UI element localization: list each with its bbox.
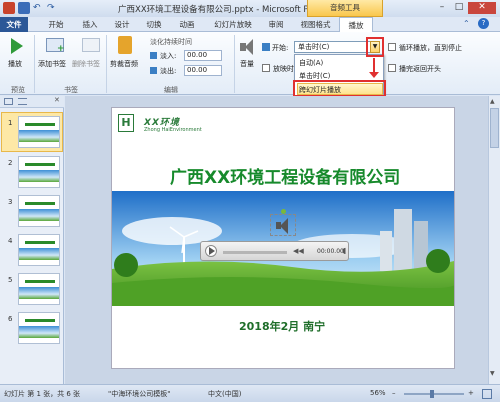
slide-thumbnail[interactable]: [18, 273, 60, 305]
fade-in-icon: [150, 52, 157, 59]
tab-insert[interactable]: 插入: [78, 17, 102, 32]
powerpoint-app-icon[interactable]: [3, 2, 15, 14]
slide-thumbnail[interactable]: [18, 234, 60, 266]
zoom-level[interactable]: 56%: [370, 389, 386, 397]
company-logo: H: [118, 114, 134, 132]
add-bookmark-button[interactable]: 添加书签: [38, 59, 66, 69]
company-logo-subtitle: Zhong HaiEnvironment: [144, 127, 202, 133]
hide-during-show-checkbox[interactable]: [262, 64, 270, 72]
slide-thumbnail[interactable]: [18, 312, 60, 344]
loop-checkbox[interactable]: [388, 43, 396, 51]
slide-thumbnail[interactable]: [18, 116, 60, 148]
group-preview-label: 预览: [11, 86, 25, 94]
language-status[interactable]: 中文(中国): [208, 389, 241, 399]
volume-button[interactable]: 音量: [240, 59, 254, 69]
group-editing-label: 编辑: [164, 86, 178, 94]
slide-number: 2: [8, 159, 13, 167]
close-icon[interactable]: ✕: [468, 2, 496, 14]
vertical-scrollbar[interactable]: ▲ ▼: [488, 96, 500, 384]
fit-to-window-icon[interactable]: [482, 389, 492, 399]
slide-number: 1: [8, 119, 13, 127]
player-progress-track[interactable]: [223, 251, 287, 254]
help-icon[interactable]: ?: [478, 18, 489, 29]
highlight-box-selected-item: [293, 80, 386, 97]
dropdown-item-auto[interactable]: 自动(A): [299, 58, 323, 68]
audio-object[interactable]: [270, 214, 296, 236]
slide-thumbnail[interactable]: [18, 156, 60, 188]
player-volume-icon[interactable]: ◖: [342, 246, 346, 255]
fade-out-label: 淡出:: [160, 67, 177, 75]
minimize-icon[interactable]: –: [434, 2, 450, 14]
ribbon-minimize-icon[interactable]: ⌃: [463, 19, 470, 28]
save-icon[interactable]: [18, 2, 30, 14]
play-icon[interactable]: [11, 38, 23, 54]
tab-format[interactable]: 格式: [308, 17, 338, 32]
remove-bookmark-icon[interactable]: [82, 38, 100, 52]
audio-tools-context-label: 音频工具: [307, 0, 383, 17]
player-time: 00:00.00: [317, 248, 344, 255]
trim-audio-icon[interactable]: [118, 36, 132, 54]
slide-thumbnail[interactable]: [18, 195, 60, 227]
title-bar: ↶ ↷ 广西XX环境工程设备有限公司.pptx - Microsoft Powe…: [0, 0, 500, 17]
close-pane-icon: ✕: [54, 96, 60, 104]
tab-slideshow[interactable]: 幻灯片放映: [208, 17, 258, 32]
slide-title[interactable]: 广西XX环境工程设备有限公司: [170, 163, 416, 188]
tab-file[interactable]: 文件: [0, 17, 28, 32]
rewind-checkbox[interactable]: [388, 64, 396, 72]
trim-audio-button[interactable]: 剪裁音频: [110, 59, 138, 69]
tab-playback[interactable]: 播放: [339, 17, 373, 33]
tab-animations[interactable]: 动画: [174, 17, 200, 32]
rewind-label: 播完返回开头: [399, 65, 441, 73]
zoom-slider[interactable]: [404, 393, 464, 395]
zoom-slider-thumb[interactable]: [430, 390, 434, 398]
slide-number: 5: [8, 276, 13, 284]
tab-design[interactable]: 设计: [110, 17, 134, 32]
hide-during-show-label: 放映时: [273, 65, 294, 73]
audio-player-bar: ◀◀ 00:00.00 ◖: [200, 241, 349, 261]
slide-count-status: 幻灯片 第 1 张，共 6 张: [4, 390, 81, 398]
play-button-label[interactable]: 播放: [8, 59, 22, 69]
tab-transitions[interactable]: 切换: [142, 17, 166, 32]
scroll-thumb: [490, 108, 499, 148]
undo-icon[interactable]: ↶: [33, 2, 45, 14]
loop-label: 循环播放，直到停止: [399, 44, 462, 52]
remove-bookmark-button[interactable]: 删除书签: [72, 59, 100, 69]
start-icon: [262, 43, 270, 51]
fade-in-label: 淡入:: [160, 52, 177, 60]
status-bar: 幻灯片 第 1 张，共 6 张 "中海环境公司模板" 中文(中国) 56% – …: [0, 384, 500, 402]
scroll-up-icon: ▲: [490, 98, 495, 105]
annotation-arrow-head: [369, 72, 379, 78]
add-bookmark-icon[interactable]: +: [46, 38, 65, 54]
slides-pane-tabs: ✕: [0, 96, 64, 108]
zoom-in-icon[interactable]: +: [468, 389, 474, 397]
rotation-handle[interactable]: [281, 209, 286, 214]
highlight-box-dropdown-arrow: [366, 37, 384, 57]
scroll-down-icon: ▼: [490, 370, 495, 377]
outline-tab-icon: [18, 98, 27, 105]
start-label: 开始:: [272, 44, 289, 52]
play-icon: [209, 247, 215, 255]
fade-in-spinner[interactable]: 00.00: [184, 50, 222, 61]
tab-home[interactable]: 开始: [42, 17, 70, 32]
redo-icon[interactable]: ↷: [47, 2, 59, 14]
group-bookmarks-label: 书签: [64, 86, 78, 94]
slide-footer-date-city[interactable]: 2018年2月 南宁: [239, 318, 325, 334]
divider: [106, 35, 107, 93]
slide-number: 6: [8, 315, 13, 323]
divider: [34, 35, 35, 93]
theme-status: "中海环境公司模板": [108, 390, 171, 398]
slides-tab-icon: [4, 98, 13, 105]
maximize-icon[interactable]: □: [451, 2, 467, 14]
divider: [234, 35, 235, 93]
volume-icon[interactable]: [240, 38, 256, 56]
tab-review[interactable]: 审阅: [264, 17, 288, 32]
fade-out-spinner[interactable]: 00.00: [184, 65, 222, 76]
slide-number: 3: [8, 198, 13, 206]
fade-duration-label: 淡化持续时间: [150, 38, 192, 46]
fade-out-icon: [150, 67, 157, 74]
slide-number: 4: [8, 237, 13, 245]
zoom-out-icon[interactable]: –: [392, 389, 396, 397]
player-prev-icon[interactable]: ◀◀: [293, 247, 304, 255]
